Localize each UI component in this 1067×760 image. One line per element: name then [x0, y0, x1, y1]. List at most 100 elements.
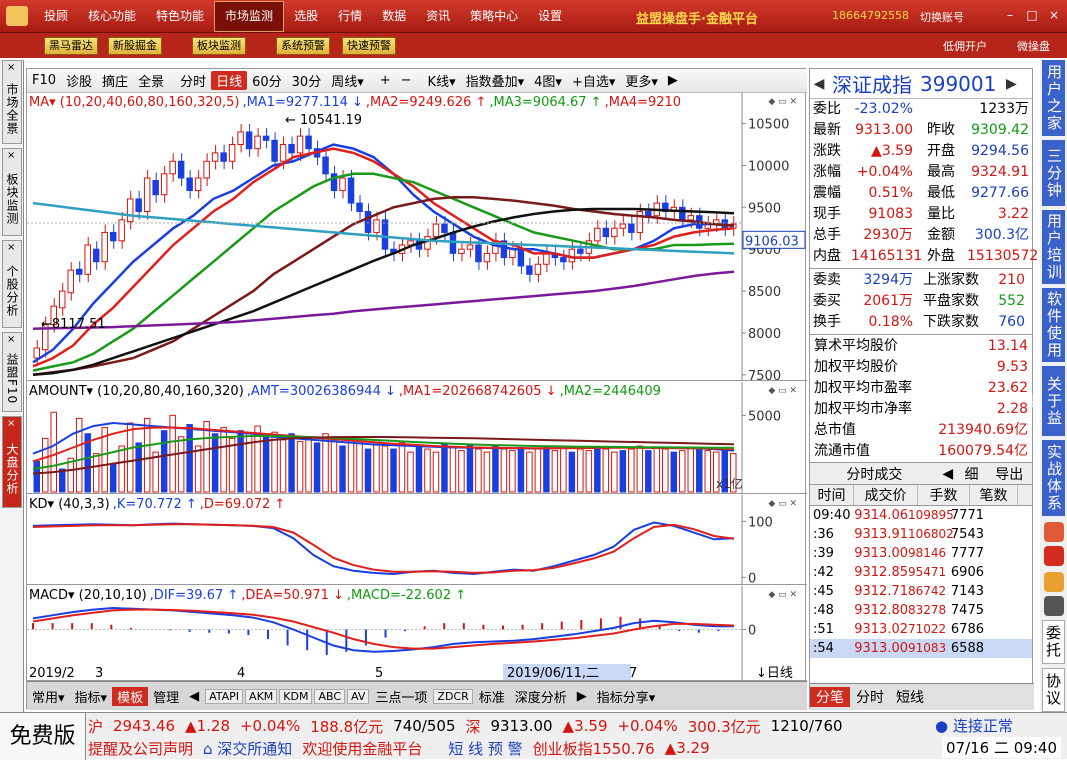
indicator-tab[interactable]: ABC [314, 688, 346, 704]
tick-tab[interactable]: 导出 [986, 464, 1032, 484]
close-icon[interactable]: × [7, 62, 16, 73]
close-icon[interactable]: × [7, 150, 16, 161]
indicator-name[interactable]: KD▾ (40,3,3) [29, 497, 110, 512]
top-menu-item[interactable]: 数据 [372, 0, 416, 32]
indicator-tab[interactable]: 指标▾ [70, 687, 113, 706]
indicator-tab[interactable]: ▶ [572, 689, 592, 704]
tick-tab[interactable]: 分时成交 [810, 464, 939, 484]
chart-toolbar-item[interactable]: K线▾ [423, 71, 461, 90]
panel-controls-icon[interactable]: ◆ ▭ ✕ [768, 499, 797, 509]
top-menu-item[interactable]: 选股 [284, 0, 328, 32]
sidebar-link[interactable]: 用户培训 [1042, 210, 1065, 284]
sidebar-link[interactable]: 协议 [1042, 668, 1065, 712]
indicator-tab[interactable]: 深度分析 [510, 687, 572, 706]
panel-controls-icon[interactable]: ◆ ▭ ✕ [768, 386, 797, 396]
sidebar-link[interactable]: 关于益盟 [1024, 366, 1065, 436]
indicator-tab[interactable]: ◀ [184, 689, 204, 704]
switch-account-link[interactable]: 切换账号 [920, 9, 964, 25]
top-menu-item[interactable]: 市场监测 [214, 1, 285, 32]
top-menu-item[interactable]: 资讯 [416, 0, 460, 32]
toolbar-right-link[interactable]: 微操盘 [1017, 38, 1050, 54]
left-tab[interactable]: × 益盟F10 [2, 332, 22, 412]
close-icon[interactable]: × [7, 242, 16, 253]
chart-toolbar-item[interactable]: − [396, 73, 417, 88]
indicator-tab[interactable]: KDM [279, 688, 313, 704]
indicator-tab[interactable]: ATAPI [205, 688, 244, 704]
quote-bottom-tab[interactable]: 短线 [890, 687, 930, 707]
quote-bottom-tab[interactable]: 分时 [850, 687, 890, 707]
fire-icon[interactable] [1044, 522, 1064, 542]
chart-toolbar-item[interactable]: 指数叠加▾ [461, 71, 530, 90]
top-menu-item[interactable]: 设置 [528, 0, 572, 32]
chart-toolbar-item[interactable]: 更多▾ [620, 71, 663, 90]
close-icon[interactable]: × [1047, 8, 1061, 22]
left-tab[interactable]: × 市场全景 [2, 60, 22, 144]
close-icon[interactable]: × [7, 334, 16, 345]
chart-toolbar-item[interactable]: 日线 [211, 71, 248, 90]
sidebar-link[interactable]: 委托 [1042, 620, 1065, 664]
status-notice-item[interactable]: ▲3.29 [665, 739, 710, 757]
top-menu-item[interactable]: 行情 [328, 0, 372, 32]
chart-toolbar-item[interactable]: 诊股 [61, 71, 97, 90]
status-notice-item[interactable]: 提醒及公司声明 [88, 738, 193, 759]
sidebar-link[interactable]: 软件使用 [1042, 288, 1065, 362]
top-menu-item[interactable]: 投顾 [34, 0, 78, 32]
weibo-icon[interactable] [1044, 546, 1064, 566]
indicator-tab[interactable]: ZDCR [433, 688, 473, 704]
qq-alt-icon[interactable] [1044, 596, 1064, 616]
chart-toolbar-item[interactable]: 周线▾ [326, 71, 369, 90]
indicator-tab[interactable]: 指标分享▾ [592, 687, 661, 706]
indicator-name[interactable]: MA▾ (10,20,40,60,80,160,320,5) [29, 95, 239, 110]
indicator-tab[interactable]: 模板 [112, 686, 149, 706]
close-icon[interactable]: × [7, 418, 16, 429]
top-menu-item[interactable]: 核心功能 [78, 0, 146, 32]
status-notice-item[interactable]: 创业板指1550.76 [533, 738, 655, 759]
status-notice-item[interactable]: ⌂ 深交所通知 [203, 738, 292, 759]
panel-controls-icon[interactable]: ◆ ▭ ✕ [768, 590, 797, 600]
indicator-tab[interactable]: 常用▾ [27, 687, 70, 706]
next-icon[interactable]: ▶ [1002, 76, 1020, 92]
indicator-name[interactable]: MACD▾ (20,10,10) [29, 588, 147, 603]
toolbar-button[interactable]: 板块监测 [192, 37, 246, 55]
prev-icon[interactable]: ◀ [810, 76, 828, 92]
top-menu-item[interactable]: 策略中心 [460, 0, 528, 32]
indicator-tab[interactable]: 标准 [474, 687, 510, 706]
chart-toolbar-item[interactable]: 全景 [133, 71, 169, 90]
panel-controls-icon[interactable]: ◆ ▭ ✕ [768, 97, 797, 107]
indicator-tab[interactable]: 管理 [148, 687, 184, 706]
tick-tab[interactable]: ◀ [939, 466, 957, 482]
chart-toolbar-item[interactable]: +自选▾ [567, 71, 620, 90]
left-tab[interactable]: × 大盘分析 [2, 416, 22, 508]
left-tab[interactable]: × 板块监测 [2, 148, 22, 236]
qq-icon[interactable] [1044, 572, 1064, 592]
top-menu-item[interactable]: 特色功能 [146, 0, 214, 32]
toolbar-right-link[interactable]: 低佣开户 [943, 38, 987, 54]
indicator-tab[interactable]: AKM [245, 688, 278, 704]
chart-toolbar-item[interactable]: 30分 [287, 71, 327, 90]
left-tab[interactable]: × 个股分析 [2, 240, 22, 328]
sidebar-link[interactable]: 实战体系 [1042, 440, 1065, 516]
tick-tab[interactable]: 细 [957, 464, 987, 484]
account-phone[interactable]: 18664792558 [832, 9, 909, 22]
maximize-icon[interactable]: □ [1025, 8, 1039, 22]
toolbar-button[interactable]: 系统预警 [276, 37, 330, 55]
sidebar-link[interactable]: 用户之家 [1042, 60, 1065, 136]
chart-toolbar-item[interactable]: 分时 [175, 71, 211, 90]
toolbar-button[interactable]: 新股掘金 [108, 37, 162, 55]
chart-toolbar-item[interactable]: F10 [27, 73, 61, 88]
toolbar-button[interactable]: 黑马雷达 [44, 37, 98, 55]
status-notice-item[interactable]: 短 线 预 警 [448, 738, 522, 759]
chart-toolbar-item[interactable]: + [375, 73, 396, 88]
status-notice-item[interactable]: 欢迎使用金融平台 [302, 738, 422, 759]
sidebar-link[interactable]: 三分钟 [1042, 140, 1065, 206]
toolbar-button[interactable]: 快速预警 [342, 37, 396, 55]
indicator-tab[interactable]: AV [347, 688, 370, 704]
minimize-icon[interactable]: – [1003, 8, 1017, 22]
indicator-name[interactable]: AMOUNT▾ (10,20,80,40,160,320) [29, 384, 244, 399]
chart-toolbar-item[interactable]: 60分 [247, 71, 287, 90]
indicator-tab[interactable]: 三点一项 [370, 687, 432, 706]
chart-toolbar-item[interactable]: ▶ [663, 73, 683, 88]
chart-toolbar-item[interactable]: 摘庄 [97, 71, 133, 90]
quote-bottom-tab[interactable]: 分笔 [810, 687, 850, 707]
chart-toolbar-item[interactable]: 4图▾ [529, 71, 567, 90]
